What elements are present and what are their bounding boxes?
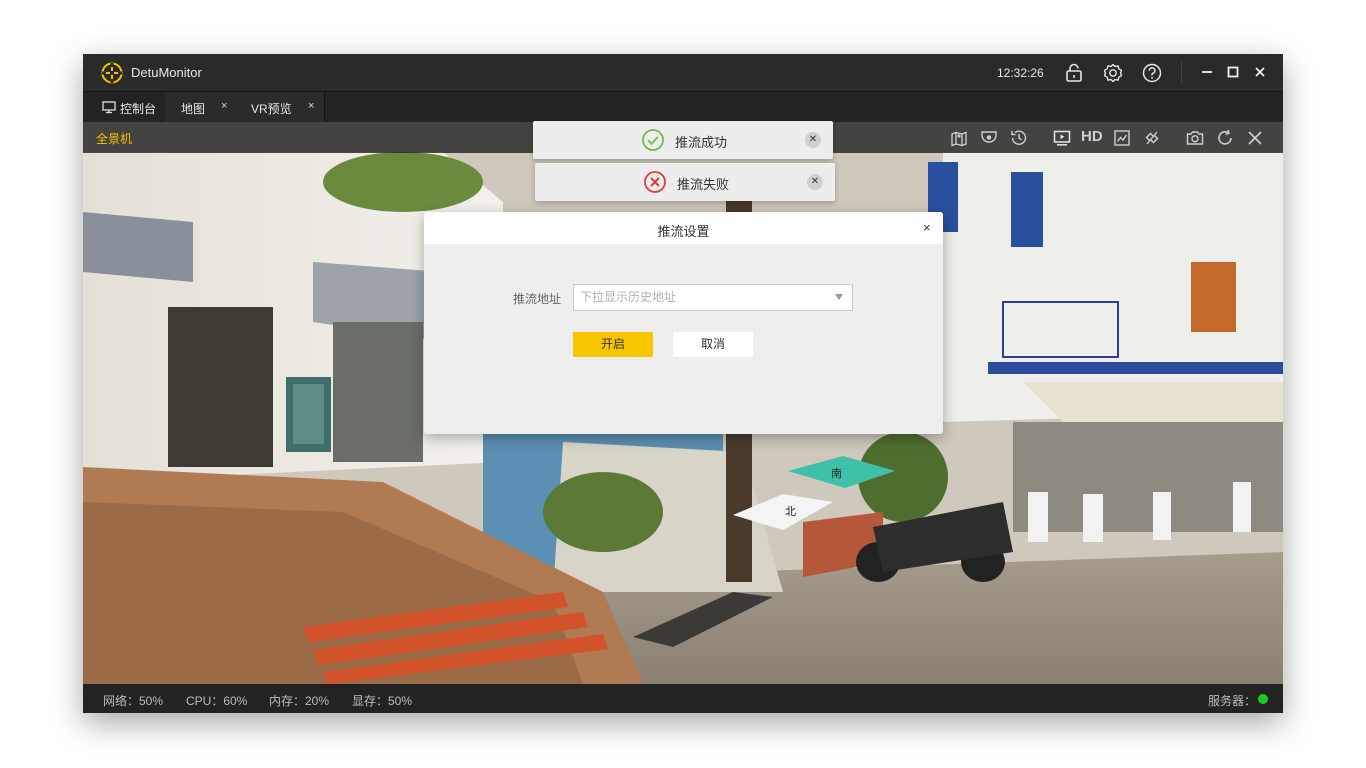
compass-north-label[interactable]: 北 bbox=[785, 503, 796, 519]
server-label: 服务器： bbox=[1208, 694, 1257, 708]
stream-address-label: 推流地址 bbox=[513, 292, 562, 306]
toast-error: 推流失败 ✕ bbox=[535, 163, 835, 201]
screen-icon[interactable] bbox=[1051, 127, 1073, 149]
dialog-close-icon[interactable]: × bbox=[923, 220, 931, 235]
camera-dome-icon[interactable] bbox=[978, 127, 1000, 149]
app-title: DetuMonitor bbox=[131, 65, 202, 80]
error-x-icon bbox=[644, 171, 666, 193]
stream-settings-dialog: 推流设置 × 推流地址 开启 取消 bbox=[424, 212, 943, 434]
memory-status: 内存：20% bbox=[269, 694, 330, 708]
tab-vr-preview-label: VR预览 bbox=[251, 102, 292, 116]
tab-console-label: 控制台 bbox=[120, 102, 157, 116]
network-status: 网络：50% bbox=[103, 694, 164, 708]
toast-error-message: 推流失败 bbox=[677, 177, 730, 192]
tab-bar: 控制台 地图 × VR预览 × bbox=[83, 91, 1283, 123]
chevron-down-icon[interactable] bbox=[835, 294, 843, 300]
viewer-close-icon[interactable] bbox=[1244, 127, 1266, 149]
start-button[interactable]: 开启 bbox=[573, 332, 653, 357]
title-bar: DetuMonitor 12:32:26 bbox=[83, 54, 1283, 91]
tab-vr-preview[interactable]: VR预览 × bbox=[237, 92, 325, 123]
camera-label: 全景机 bbox=[96, 132, 133, 146]
gpu-memory-status: 显存：50% bbox=[352, 694, 413, 708]
tab-map-label: 地图 bbox=[181, 102, 206, 116]
toast-success: 推流成功 ✕ bbox=[533, 121, 833, 159]
toast-success-close-icon[interactable]: ✕ bbox=[805, 132, 821, 148]
help-icon[interactable] bbox=[1141, 62, 1163, 84]
refresh-icon[interactable] bbox=[1214, 127, 1236, 149]
clock: 12:32:26 bbox=[997, 66, 1044, 80]
stream-address-input[interactable] bbox=[574, 285, 820, 308]
link-icon[interactable] bbox=[1141, 127, 1163, 149]
stream-address-select[interactable] bbox=[573, 284, 853, 311]
monitor-icon bbox=[102, 101, 116, 114]
settings-icon[interactable] bbox=[1102, 62, 1124, 84]
tab-console[interactable]: 控制台 bbox=[83, 92, 166, 123]
toast-success-message: 推流成功 bbox=[675, 135, 728, 150]
map-pin-icon[interactable] bbox=[948, 127, 970, 149]
history-icon[interactable] bbox=[1008, 127, 1030, 149]
lock-icon[interactable] bbox=[1063, 62, 1085, 84]
title-separator bbox=[1181, 62, 1182, 83]
tab-vr-preview-close-icon[interactable]: × bbox=[308, 100, 314, 112]
status-bar: 网络：50% CPU：60% 内存：20% 显存：50% 服务器： bbox=[83, 684, 1283, 713]
hd-icon[interactable]: HD bbox=[1081, 128, 1103, 145]
cpu-status: CPU：60% bbox=[186, 694, 248, 708]
close-icon[interactable] bbox=[1251, 63, 1269, 81]
minimize-icon[interactable] bbox=[1198, 63, 1216, 81]
dialog-header: 推流设置 × bbox=[424, 212, 943, 244]
dialog-title: 推流设置 bbox=[657, 224, 710, 239]
toast-error-close-icon[interactable]: ✕ bbox=[807, 174, 823, 190]
cancel-button[interactable]: 取消 bbox=[673, 332, 753, 357]
detu-logo-icon bbox=[101, 62, 123, 84]
tab-map-close-icon[interactable]: × bbox=[221, 100, 227, 112]
maximize-icon[interactable] bbox=[1224, 63, 1242, 81]
compass-south-label[interactable]: 南 bbox=[831, 465, 842, 481]
tab-map[interactable]: 地图 × bbox=[165, 92, 238, 123]
server-status-dot bbox=[1258, 694, 1268, 704]
chart-icon[interactable] bbox=[1111, 127, 1133, 149]
snapshot-icon[interactable] bbox=[1184, 127, 1206, 149]
success-check-icon bbox=[642, 129, 664, 151]
